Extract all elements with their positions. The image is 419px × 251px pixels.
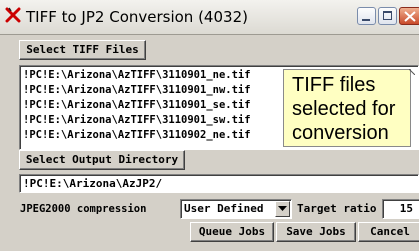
jpeg2000-compression-label: JPEG2000 compression bbox=[20, 203, 147, 215]
callout-line: selected for bbox=[292, 98, 396, 120]
list-item[interactable]: !PC!E:\Arizona\AzTIFF\3110901_nw.tif bbox=[23, 83, 251, 97]
output-directory-field[interactable]: !PC!E:\Arizona\AzJP2/ bbox=[19, 174, 419, 193]
compression-selected-value: User Defined bbox=[184, 202, 264, 215]
output-directory-value: !PC!E:\Arizona\AzJP2/ bbox=[23, 177, 163, 190]
list-item[interactable]: !PC!E:\Arizona\AzTIFF\3110902_ne.tif bbox=[23, 128, 251, 142]
callout-pointer-icon bbox=[409, 69, 415, 75]
select-tiff-files-button[interactable]: Select TIFF Files bbox=[19, 40, 146, 60]
list-item[interactable]: !PC!E:\Arizona\AzTIFF\3110901_se.tif bbox=[23, 98, 251, 112]
maximize-button[interactable] bbox=[378, 7, 397, 25]
target-ratio-value: 15 bbox=[399, 202, 413, 215]
conversion-dialog: TIFF to JP2 Conversion (4032) Select TIF… bbox=[0, 0, 419, 251]
queue-jobs-button[interactable]: Queue Jobs bbox=[190, 222, 274, 242]
save-jobs-button[interactable]: Save Jobs bbox=[276, 222, 356, 242]
target-ratio-label: Target ratio bbox=[297, 202, 377, 215]
select-output-directory-button[interactable]: Select Output Directory bbox=[19, 150, 185, 170]
close-button[interactable] bbox=[399, 7, 419, 25]
red-x-app-icon bbox=[5, 7, 21, 23]
callout-line: conversion bbox=[292, 122, 389, 144]
list-item[interactable]: !PC!E:\Arizona\AzTIFF\3110901_sw.tif bbox=[23, 113, 251, 127]
title-bar: TIFF to JP2 Conversion (4032) bbox=[0, 0, 419, 35]
minimize-button[interactable] bbox=[357, 7, 376, 25]
window-title: TIFF to JP2 Conversion (4032) bbox=[26, 8, 248, 26]
target-ratio-input[interactable]: 15 bbox=[382, 199, 419, 219]
callout-line: TIFF files bbox=[292, 74, 376, 96]
callout-annotation: TIFF files selected for conversion bbox=[283, 69, 411, 147]
close-icon bbox=[404, 11, 416, 22]
compression-select[interactable]: User Defined bbox=[180, 199, 292, 219]
list-item[interactable]: !PC!E:\Arizona\AzTIFF\3110901_ne.tif bbox=[23, 68, 251, 82]
cancel-button[interactable]: Cancel bbox=[358, 222, 419, 242]
dropdown-arrow-icon[interactable] bbox=[275, 201, 290, 217]
